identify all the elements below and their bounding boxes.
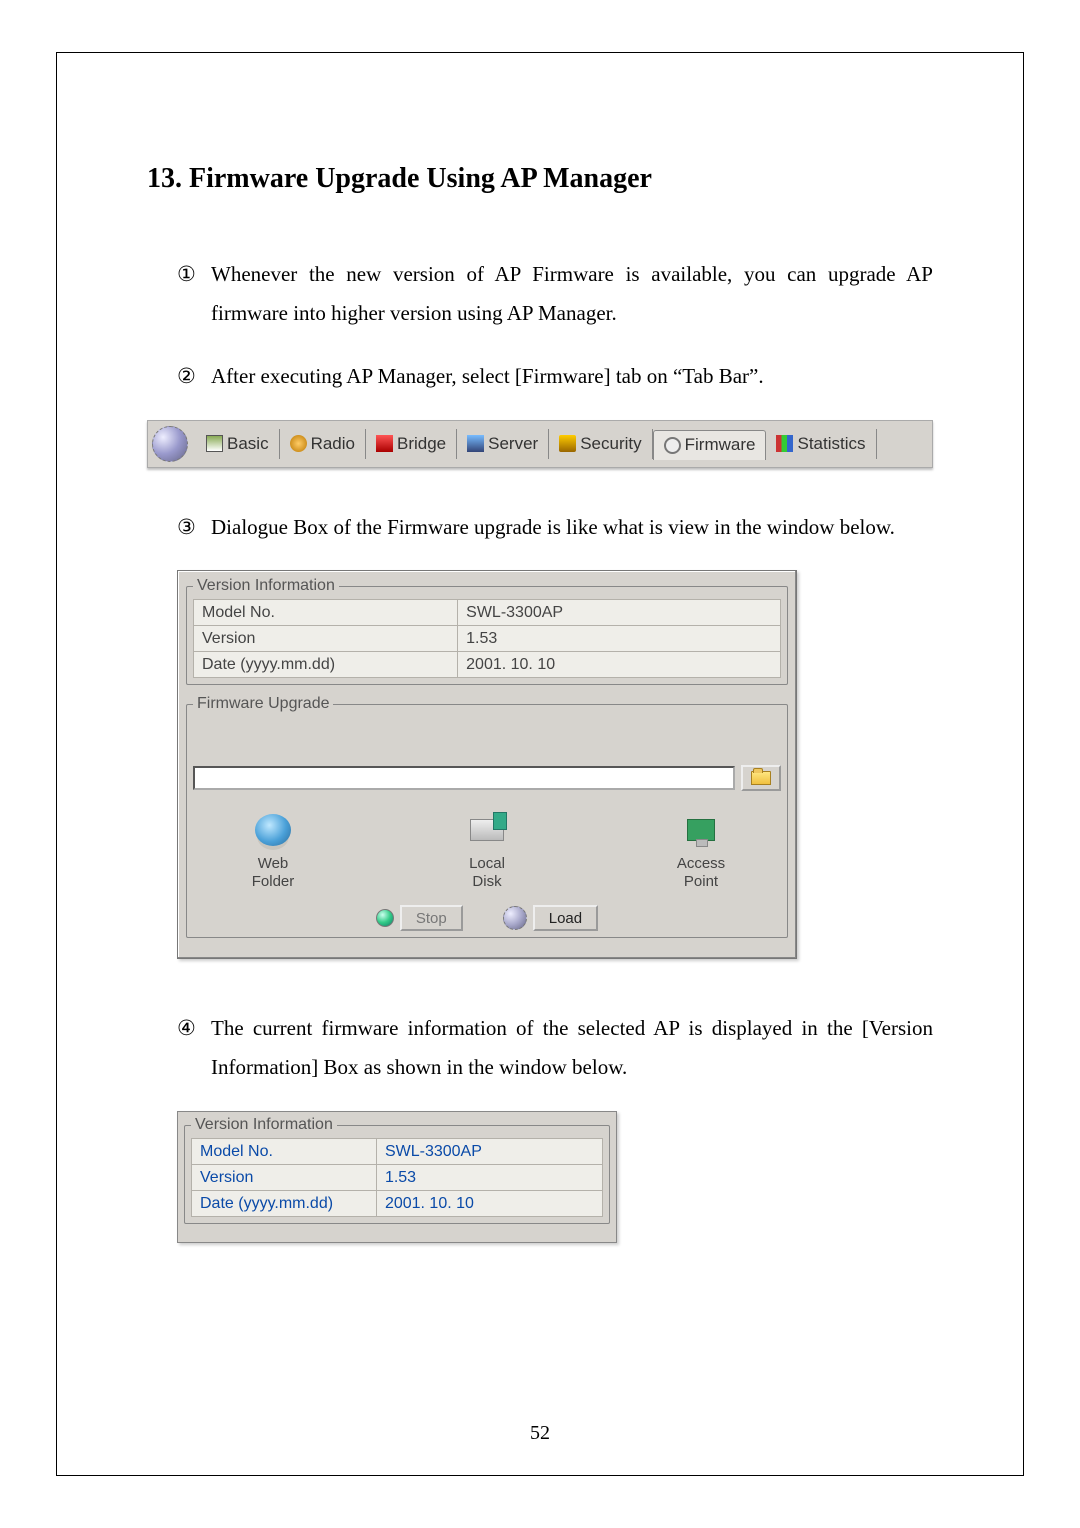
step-2-text: After executing AP Manager, select [Firm… (211, 357, 933, 396)
table-row: Version 1.53 (194, 626, 781, 652)
table-row: Model No. SWL-3300AP (192, 1139, 603, 1165)
target-local-label-1: Local (469, 855, 505, 873)
statistics-icon (776, 435, 793, 452)
page-number: 52 (57, 1422, 1023, 1445)
refresh-globe-icon[interactable] (152, 426, 188, 462)
target-ap-label-2: Point (684, 873, 718, 891)
version-info-legend-2: Version Information (191, 1116, 337, 1134)
web-globe-icon (255, 814, 291, 846)
target-local: Local Disk (437, 811, 537, 891)
step-4-text: The current firmware information of the … (211, 1009, 933, 1087)
step-4: ④ The current firmware information of th… (177, 1009, 933, 1087)
firmware-dialog: Version Information Model No. SWL-3300AP… (177, 570, 797, 959)
tab-server[interactable]: Server (457, 429, 549, 459)
bridge-icon (376, 435, 393, 452)
table-row: Date (yyyy.mm.dd) 2001. 10. 10 (192, 1191, 603, 1217)
stop-button[interactable]: Stop (400, 905, 463, 931)
target-local-label-2: Disk (472, 873, 501, 891)
table-row: Version 1.53 (192, 1165, 603, 1191)
access-point-icon (687, 819, 715, 841)
firmware-upgrade-legend: Firmware Upgrade (193, 695, 333, 713)
load-button[interactable]: Load (533, 905, 598, 931)
step-3-text: Dialogue Box of the Firmware upgrade is … (211, 508, 933, 547)
tab-statistics-label: Statistics (797, 434, 865, 454)
date-value-2: 2001. 10. 10 (376, 1191, 602, 1217)
target-ap: Access Point (651, 811, 751, 891)
radio-icon (290, 435, 307, 452)
tab-firmware-label: Firmware (685, 435, 756, 455)
table-row: Model No. SWL-3300AP (194, 600, 781, 626)
model-value-2: SWL-3300AP (376, 1139, 602, 1165)
folder-open-icon (751, 771, 771, 785)
version-label-2: Version (192, 1165, 377, 1191)
server-icon (467, 435, 484, 452)
version-info-group: Version Information Model No. SWL-3300AP… (186, 577, 788, 685)
table-row: Date (yyyy.mm.dd) 2001. 10. 10 (194, 652, 781, 678)
status-led-icon (376, 909, 394, 927)
step-3: ③ Dialogue Box of the Firmware upgrade i… (177, 508, 933, 547)
tab-statistics[interactable]: Statistics (766, 429, 876, 459)
step-1: ① Whenever the new version of AP Firmwar… (177, 255, 933, 333)
version-info-group-2: Version Information Model No. SWL-3300AP… (184, 1116, 610, 1224)
tab-bar: Basic Radio Bridge Server Security Firmw… (147, 420, 933, 468)
firmware-icon (664, 437, 681, 454)
target-web-label-2: Folder (252, 873, 295, 891)
tab-radio-label: Radio (311, 434, 355, 454)
marker-4: ④ (177, 1009, 211, 1087)
model-label: Model No. (194, 600, 458, 626)
security-icon (559, 435, 576, 452)
target-web: Web Folder (223, 811, 323, 891)
date-label: Date (yyyy.mm.dd) (194, 652, 458, 678)
date-value: 2001. 10. 10 (458, 652, 781, 678)
target-ap-label-1: Access (677, 855, 725, 873)
load-globe-icon (503, 906, 527, 930)
marker-1: ① (177, 255, 211, 333)
browse-button[interactable] (741, 765, 781, 791)
tab-basic-label: Basic (227, 434, 269, 454)
firmware-path-input[interactable] (193, 766, 735, 790)
section-heading: 13. Firmware Upgrade Using AP Manager (147, 163, 933, 195)
target-web-label-1: Web (258, 855, 289, 873)
tab-bridge-label: Bridge (397, 434, 446, 454)
step-2: ② After executing AP Manager, select [Fi… (177, 357, 933, 396)
version-info-table-2: Model No. SWL-3300AP Version 1.53 Date (… (191, 1138, 603, 1217)
date-label-2: Date (yyyy.mm.dd) (192, 1191, 377, 1217)
tab-basic[interactable]: Basic (196, 429, 280, 459)
version-value-2: 1.53 (376, 1165, 602, 1191)
version-info-legend: Version Information (193, 577, 339, 595)
tab-firmware[interactable]: Firmware (653, 430, 767, 460)
marker-3: ③ (177, 508, 211, 547)
version-label: Version (194, 626, 458, 652)
version-info-figure: Version Information Model No. SWL-3300AP… (177, 1111, 617, 1243)
firmware-upgrade-group: Firmware Upgrade Web Folder Local Disk (186, 695, 788, 938)
tab-bridge[interactable]: Bridge (366, 429, 457, 459)
tab-security[interactable]: Security (549, 429, 652, 459)
step-1-text: Whenever the new version of AP Firmware … (211, 255, 933, 333)
marker-2: ② (177, 357, 211, 396)
local-disk-icon (470, 819, 504, 841)
version-info-table: Model No. SWL-3300AP Version 1.53 Date (… (193, 599, 781, 678)
tab-server-label: Server (488, 434, 538, 454)
basic-icon (206, 435, 223, 452)
model-label-2: Model No. (192, 1139, 377, 1165)
version-value: 1.53 (458, 626, 781, 652)
tab-radio[interactable]: Radio (280, 429, 366, 459)
tab-security-label: Security (580, 434, 641, 454)
model-value: SWL-3300AP (458, 600, 781, 626)
